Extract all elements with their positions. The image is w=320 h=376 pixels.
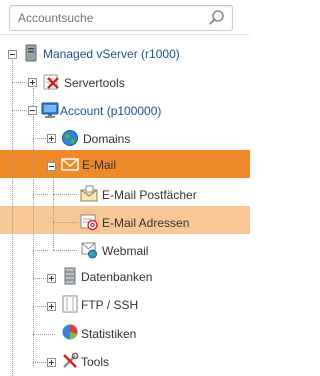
monitor-icon: [41, 101, 59, 119]
search-divider: [0, 34, 250, 35]
tree-item-domains[interactable]: Domains: [83, 132, 130, 146]
account-search-box[interactable]: [9, 5, 233, 31]
expand-tools-toggle[interactable]: [47, 358, 56, 367]
servertools-icon: [42, 73, 60, 91]
expand-domains-toggle[interactable]: [47, 134, 56, 143]
envelope-icon: [61, 155, 79, 173]
database-icon: [61, 267, 79, 285]
tree-item-ftp-ssh[interactable]: FTP / SSH: [81, 298, 138, 312]
tree-item-managed-vserver[interactable]: Managed vServer (r1000): [43, 47, 180, 61]
tree-item-datenbanken[interactable]: Datenbanken: [81, 270, 152, 284]
expand-ftp-toggle[interactable]: [47, 302, 56, 311]
tree-item-tools[interactable]: Tools: [81, 355, 109, 369]
tree-item-email[interactable]: [0, 150, 250, 178]
collapse-root-toggle[interactable]: [8, 50, 17, 59]
server-icon: [22, 44, 40, 62]
tree-item-webmail[interactable]: Webmail: [102, 244, 148, 258]
tree-item-email-label[interactable]: E-Mail: [82, 158, 116, 172]
search-icon[interactable]: [208, 9, 226, 27]
collapse-account-toggle[interactable]: [28, 106, 37, 115]
tree-item-statistiken[interactable]: Statistiken: [81, 327, 136, 341]
expand-servertools-toggle[interactable]: [28, 78, 37, 87]
tree-item-servertools[interactable]: Servertools: [64, 76, 125, 90]
account-search-input[interactable]: [18, 6, 198, 30]
tree-item-account[interactable]: Account (p100000): [60, 104, 161, 118]
collapse-email-toggle[interactable]: [47, 162, 56, 171]
tools-icon: [61, 352, 79, 370]
webmail-icon: [80, 241, 98, 259]
email-address-icon: [80, 213, 98, 231]
expand-datenbanken-toggle[interactable]: [47, 274, 56, 283]
pie-chart-icon: [61, 323, 79, 341]
tree-item-email-postfaecher[interactable]: E-Mail Postfächer: [102, 188, 197, 202]
ftp-icon: [61, 295, 79, 313]
mailbox-icon: [80, 185, 98, 203]
globe-icon: [61, 129, 79, 147]
tree-item-email-adressen-label[interactable]: E-Mail Adressen: [102, 216, 189, 230]
